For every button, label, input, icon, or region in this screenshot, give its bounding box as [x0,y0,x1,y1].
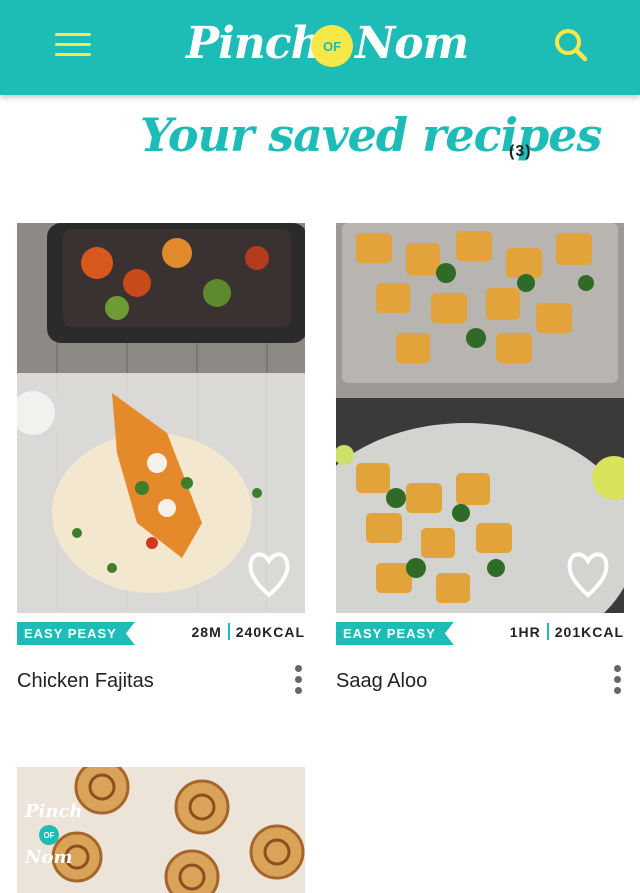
chicken-fajitas-photo[interactable] [17,223,305,613]
calories: 240KCAL [235,624,305,640]
saag-aloo-photo[interactable] [336,223,624,613]
app-header: Pinch OF Nom [0,0,640,95]
recipe-title-row: Saag Aloo [336,657,624,701]
heart-icon[interactable] [566,547,610,601]
pinch-of-nom-logo[interactable]: Pinch OF Nom [180,12,469,78]
page-title-area: Your saved recipes (3) [0,100,640,190]
more-options-icon[interactable] [291,665,305,697]
page-title: Your saved recipes [140,108,602,162]
recipe-title-row: Chicken Fajitas [17,657,305,701]
recipe-card-cinnamon-swirls[interactable]: Pinch OF Nom [17,767,305,893]
cook-time: 28M [191,624,222,640]
logo-word-nom: Nom [355,18,469,69]
logo-of-badge: OF [311,25,353,67]
more-options-icon[interactable] [610,665,624,697]
recipe-meta: EASY PEASY 1HR 201KCAL [336,613,624,657]
recipe-card-saag-aloo[interactable]: EASY PEASY 1HR 201KCAL Saag Aloo [336,223,624,701]
cook-time: 1HR [509,624,541,640]
recipe-name[interactable]: Saag Aloo [336,670,427,693]
calories: 201KCAL [554,624,624,640]
hamburger-menu-icon[interactable] [55,33,91,59]
watermark-of: OF [39,825,59,845]
saved-count: (3) [509,143,532,160]
stat-divider [546,623,549,640]
logo-word-pinch: Pinch [186,18,323,69]
difficulty-badge: EASY PEASY [336,622,454,645]
recipe-meta: EASY PEASY 28M 240KCAL [17,613,305,657]
search-icon[interactable] [552,26,590,64]
pinch-of-nom-watermark: Pinch OF Nom [23,801,83,881]
recipe-stats: 28M 240KCAL [192,623,305,640]
recipe-stats: 1HR 201KCAL [510,623,624,640]
difficulty-badge: EASY PEASY [17,622,135,645]
stat-divider [227,623,230,640]
recipe-card-chicken-fajitas[interactable]: EASY PEASY 28M 240KCAL Chicken Fajitas [17,223,305,701]
cinnamon-swirls-photo[interactable]: Pinch OF Nom [17,767,305,893]
heart-icon[interactable] [247,547,291,601]
recipe-name[interactable]: Chicken Fajitas [17,670,154,693]
watermark-word-nom: Nom [25,847,73,868]
watermark-word-pinch: Pinch [25,801,83,822]
